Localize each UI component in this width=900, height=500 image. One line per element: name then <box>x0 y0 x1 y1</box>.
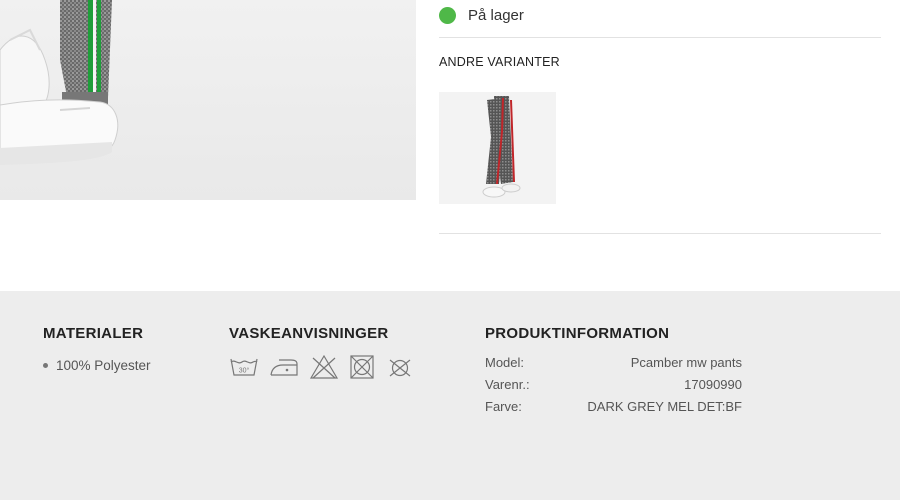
iron-low-icon <box>269 356 299 383</box>
divider <box>439 37 881 38</box>
material-text: 100% Polyester <box>56 358 151 373</box>
product-info-value: DARK GREY MEL DET:BF <box>587 399 742 414</box>
care-icons: 30° <box>229 354 415 385</box>
product-info-label: Model: <box>485 355 525 370</box>
material-item: 100% Polyester <box>43 358 151 373</box>
product-info-value: 17090990 <box>684 377 742 392</box>
stock-label: På lager <box>468 7 524 24</box>
in-stock-indicator-icon <box>439 7 456 24</box>
bullet-icon <box>43 363 48 368</box>
no-bleach-icon <box>309 354 339 385</box>
product-details-section: MATERIALER 100% Polyester VASKEANVISNING… <box>0 291 900 500</box>
no-dry-clean-icon <box>385 356 415 383</box>
svg-text:30°: 30° <box>239 367 250 375</box>
product-info-row: Farve: DARK GREY MEL DET:BF <box>485 399 742 421</box>
care-title: VASKEANVISNINGER <box>229 325 389 342</box>
product-info-value: Pcamber mw pants <box>630 355 742 370</box>
stock-status: På lager <box>439 7 524 24</box>
product-info-table: Model: Pcamber mw pants Varenr.: 1709099… <box>485 355 742 421</box>
product-info-label: Varenr.: <box>485 377 530 392</box>
materials-title: MATERIALER <box>43 325 144 342</box>
product-info-row: Varenr.: 17090990 <box>485 377 742 399</box>
variants-title: ANDRE VARIANTER <box>439 55 560 69</box>
product-info-label: Farve: <box>485 399 522 414</box>
no-tumble-dry-icon <box>349 354 375 385</box>
variant-thumbnail[interactable] <box>439 92 556 204</box>
wash-30-icon: 30° <box>229 356 259 383</box>
divider <box>439 233 881 234</box>
product-info-row: Model: Pcamber mw pants <box>485 355 742 377</box>
product-info-title: PRODUKTINFORMATION <box>485 325 670 342</box>
product-main-image[interactable] <box>0 0 416 200</box>
